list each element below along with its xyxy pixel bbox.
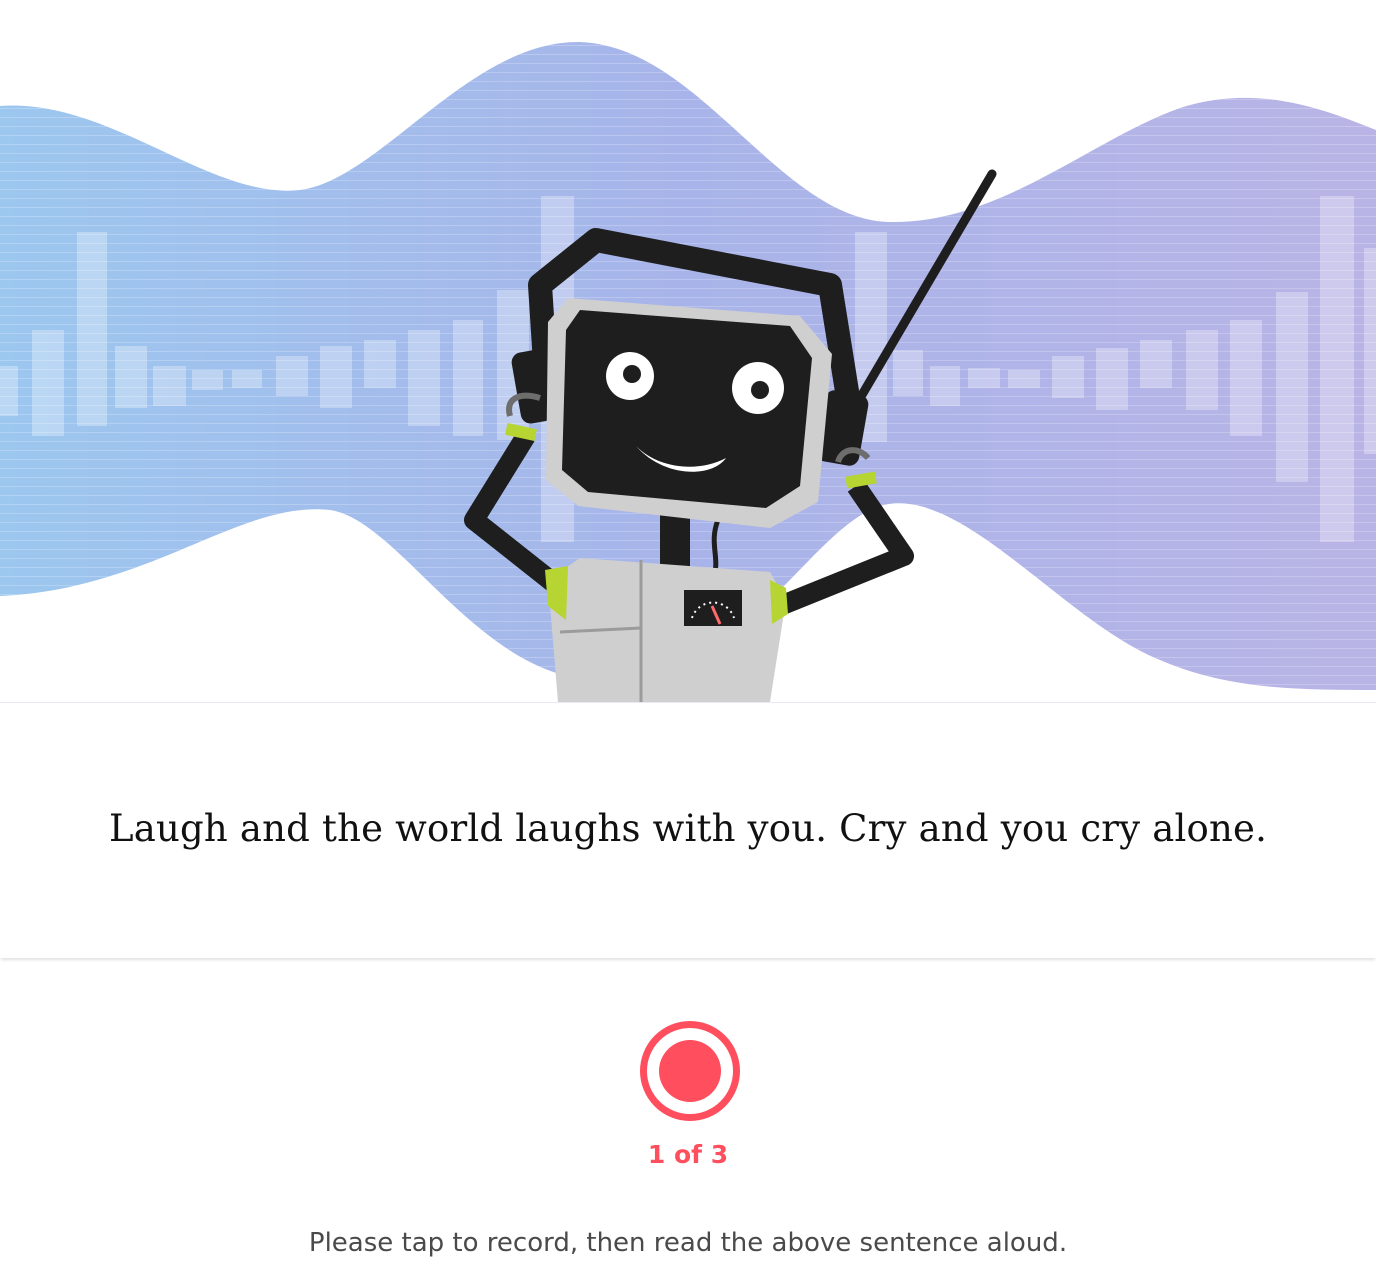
record-instruction: Please tap to record, then read the abov… xyxy=(308,1228,1068,1258)
robot-head xyxy=(546,298,832,528)
speak-page: Laugh and the world laughs with you. Cry… xyxy=(0,0,1376,1288)
record-icon xyxy=(659,1040,721,1102)
clip-progress-counter: 1 of 3 xyxy=(647,1140,729,1169)
hero-illustration xyxy=(0,0,1376,702)
robot-illustration xyxy=(0,41,1376,702)
sentence-card: Laugh and the world laughs with you. Cry… xyxy=(0,702,1376,958)
robot-body xyxy=(545,558,788,702)
prompt-sentence: Laugh and the world laughs with you. Cry… xyxy=(108,807,1268,850)
record-button[interactable] xyxy=(640,1021,740,1121)
